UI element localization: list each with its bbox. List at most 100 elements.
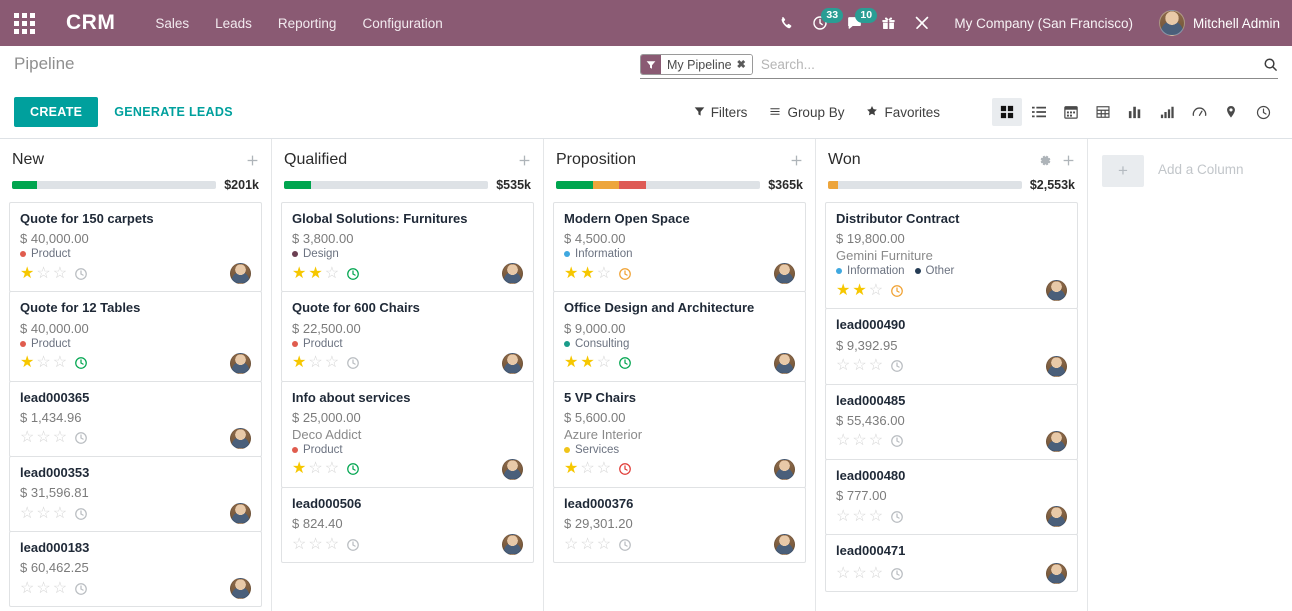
card-priority-stars[interactable]: ★★☆ — [292, 266, 339, 282]
priority-star-icon[interactable]: ☆ — [852, 433, 866, 449]
card-title[interactable]: lead000490 — [836, 317, 1067, 333]
kanban-card[interactable]: lead000365$ 1,434.96☆☆☆ — [9, 381, 262, 457]
card-title[interactable]: lead000506 — [292, 496, 523, 512]
card-title[interactable]: lead000376 — [564, 496, 795, 512]
view-btn-map[interactable] — [1216, 98, 1246, 126]
column-add-record-icon[interactable] — [518, 154, 531, 167]
kanban-card[interactable]: Global Solutions: Furnitures$ 3,800.00De… — [281, 202, 534, 292]
tools-wrench-icon[interactable] — [914, 15, 930, 31]
card-title[interactable]: Quote for 12 Tables — [20, 300, 251, 316]
remove-facet-icon[interactable]: ✖ — [737, 58, 746, 71]
priority-star-icon[interactable]: ☆ — [36, 355, 50, 371]
activity-clock-icon[interactable] — [618, 356, 632, 370]
kanban-card[interactable]: Info about services$ 25,000.00Deco Addic… — [281, 381, 534, 488]
kanban-card[interactable]: lead000471☆☆☆ — [825, 534, 1078, 592]
priority-star-icon[interactable]: ☆ — [597, 266, 611, 282]
priority-star-icon[interactable]: ☆ — [325, 537, 339, 553]
card-priority-stars[interactable]: ★☆☆ — [564, 461, 611, 477]
user-menu[interactable]: Mitchell Admin — [1159, 10, 1280, 36]
priority-star-icon[interactable]: ☆ — [836, 433, 850, 449]
card-assignee-avatar[interactable] — [502, 459, 523, 480]
kanban-card[interactable]: lead000183$ 60,462.25☆☆☆ — [9, 531, 262, 607]
priority-star-icon[interactable]: ★ — [20, 355, 34, 371]
card-title[interactable]: lead000365 — [20, 390, 251, 406]
priority-star-icon[interactable]: ☆ — [20, 430, 34, 446]
company-selector[interactable]: My Company (San Francisco) — [954, 16, 1133, 31]
activity-clock-icon[interactable]: 33 — [812, 15, 828, 31]
view-btn-graph[interactable] — [1120, 98, 1150, 126]
priority-star-icon[interactable]: ★ — [292, 461, 306, 477]
view-btn-calendar[interactable] — [1056, 98, 1086, 126]
card-assignee-avatar[interactable] — [774, 459, 795, 480]
app-brand-crm[interactable]: CRM — [66, 11, 115, 35]
card-title[interactable]: 5 VP Chairs — [564, 390, 795, 406]
priority-star-icon[interactable]: ☆ — [36, 430, 50, 446]
priority-star-icon[interactable]: ☆ — [869, 358, 883, 374]
priority-star-icon[interactable]: ☆ — [597, 355, 611, 371]
kanban-card[interactable]: Distributor Contract$ 19,800.00Gemini Fu… — [825, 202, 1078, 309]
priority-star-icon[interactable]: ☆ — [36, 581, 50, 597]
search-facet-my-pipeline[interactable]: My Pipeline ✖ — [640, 54, 753, 75]
nav-item-leads[interactable]: Leads — [215, 16, 252, 31]
priority-star-icon[interactable]: ☆ — [53, 506, 67, 522]
card-title[interactable]: Distributor Contract — [836, 211, 1067, 227]
kanban-card[interactable]: lead000353$ 31,596.81☆☆☆ — [9, 456, 262, 532]
priority-star-icon[interactable]: ★ — [836, 283, 850, 299]
column-title[interactable]: Won — [828, 151, 861, 169]
activity-clock-icon[interactable] — [346, 462, 360, 476]
card-assignee-avatar[interactable] — [1046, 356, 1067, 377]
card-assignee-avatar[interactable] — [230, 263, 251, 284]
kanban-card[interactable]: Quote for 12 Tables$ 40,000.00Product★☆☆ — [9, 291, 262, 381]
kanban-card[interactable]: 5 VP Chairs$ 5,600.00Azure InteriorServi… — [553, 381, 806, 488]
priority-star-icon[interactable]: ☆ — [869, 283, 883, 299]
column-title[interactable]: Proposition — [556, 151, 636, 169]
progress-segment[interactable] — [593, 181, 620, 189]
card-assignee-avatar[interactable] — [1046, 280, 1067, 301]
priority-star-icon[interactable]: ★ — [564, 355, 578, 371]
card-assignee-avatar[interactable] — [230, 503, 251, 524]
priority-star-icon[interactable]: ☆ — [36, 266, 50, 282]
column-add-record-icon[interactable] — [246, 154, 259, 167]
nav-item-configuration[interactable]: Configuration — [362, 16, 442, 31]
priority-star-icon[interactable]: ☆ — [20, 506, 34, 522]
card-title[interactable]: lead000183 — [20, 540, 251, 556]
kanban-card[interactable]: lead000506$ 824.40☆☆☆ — [281, 487, 534, 563]
card-title[interactable]: Global Solutions: Furnitures — [292, 211, 523, 227]
card-title[interactable]: Info about services — [292, 390, 523, 406]
column-add-record-icon[interactable] — [790, 154, 803, 167]
priority-star-icon[interactable]: ☆ — [53, 266, 67, 282]
view-btn-dashboard[interactable] — [1184, 98, 1214, 126]
view-btn-bar-chart[interactable] — [1152, 98, 1182, 126]
column-title[interactable]: New — [12, 151, 44, 169]
card-priority-stars[interactable]: ★☆☆ — [20, 355, 67, 371]
card-assignee-avatar[interactable] — [774, 353, 795, 374]
phone-icon[interactable] — [779, 16, 794, 31]
priority-star-icon[interactable]: ☆ — [580, 461, 594, 477]
card-priority-stars[interactable]: ☆☆☆ — [20, 430, 67, 446]
card-title[interactable]: Office Design and Architecture — [564, 300, 795, 316]
card-title[interactable]: lead000353 — [20, 465, 251, 481]
priority-star-icon[interactable]: ☆ — [36, 506, 50, 522]
progress-segment[interactable] — [12, 181, 37, 189]
progress-segment[interactable] — [619, 181, 646, 189]
card-priority-stars[interactable]: ☆☆☆ — [836, 433, 883, 449]
view-btn-kanban[interactable] — [992, 98, 1022, 126]
priority-star-icon[interactable]: ☆ — [53, 355, 67, 371]
card-priority-stars[interactable]: ★★☆ — [564, 266, 611, 282]
column-progress-bar[interactable] — [12, 181, 216, 189]
card-assignee-avatar[interactable] — [230, 428, 251, 449]
activity-clock-icon[interactable] — [346, 538, 360, 552]
priority-star-icon[interactable]: ★ — [852, 283, 866, 299]
group-by-dropdown[interactable]: Group By — [769, 105, 844, 120]
priority-star-icon[interactable]: ☆ — [852, 566, 866, 582]
kanban-card[interactable]: lead000480$ 777.00☆☆☆ — [825, 459, 1078, 535]
card-assignee-avatar[interactable] — [230, 578, 251, 599]
view-btn-list[interactable] — [1024, 98, 1054, 126]
add-column-zone[interactable]: +Add a Column — [1088, 139, 1278, 611]
priority-star-icon[interactable]: ☆ — [580, 537, 594, 553]
priority-star-icon[interactable]: ★ — [564, 461, 578, 477]
card-priority-stars[interactable]: ★☆☆ — [20, 266, 67, 282]
create-button[interactable]: CREATE — [14, 97, 98, 127]
priority-star-icon[interactable]: ☆ — [564, 537, 578, 553]
kanban-card[interactable]: lead000376$ 29,301.20☆☆☆ — [553, 487, 806, 563]
